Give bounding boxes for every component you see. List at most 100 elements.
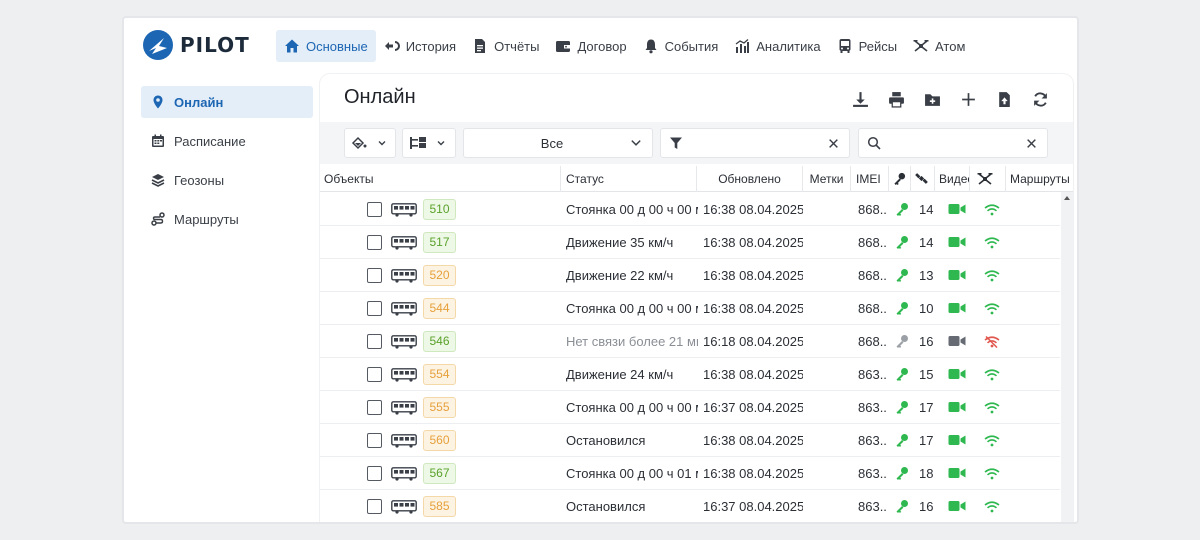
connection-cell bbox=[984, 457, 1004, 490]
file-upload-button[interactable] bbox=[993, 88, 1015, 110]
app-window: PILOT Основные История Отчёты Договор Со… bbox=[122, 16, 1079, 524]
column-header-status[interactable]: Статус bbox=[561, 166, 697, 192]
video-cell[interactable] bbox=[948, 358, 968, 391]
calendar-icon bbox=[152, 134, 164, 147]
status-select-value: Все bbox=[540, 135, 564, 151]
bus-icon bbox=[391, 467, 417, 481]
table-row[interactable]: 567 Стоянка 00 д 00 ч 01 мин 16:38 08.04… bbox=[320, 457, 1060, 490]
nav-item-events[interactable]: События bbox=[635, 30, 727, 62]
ignition-cell bbox=[895, 457, 911, 490]
status-select[interactable]: Все bbox=[463, 128, 653, 158]
column-header-objects[interactable]: Объекты bbox=[320, 166, 561, 192]
vehicle-number-badge: 585 bbox=[423, 496, 456, 517]
signal-icon bbox=[984, 468, 1000, 480]
nav-item-contract[interactable]: Договор bbox=[547, 30, 634, 62]
column-header-satellites[interactable] bbox=[911, 166, 935, 192]
table-row[interactable]: 510 Стоянка 00 д 00 ч 00 мин 16:38 08.04… bbox=[320, 193, 1060, 226]
bus-icon bbox=[391, 500, 417, 514]
row-checkbox[interactable] bbox=[367, 466, 382, 481]
table-row[interactable]: 520 Движение 22 км/ч 16:38 08.04.2025 86… bbox=[320, 259, 1060, 292]
print-button[interactable] bbox=[885, 88, 907, 110]
vertical-scrollbar[interactable] bbox=[1061, 192, 1073, 522]
column-header-imei[interactable]: IMEI bbox=[851, 166, 889, 192]
search-input[interactable] bbox=[858, 128, 1048, 158]
connection-cell bbox=[984, 226, 1004, 259]
nav-item-osnovnye[interactable]: Основные bbox=[276, 30, 376, 62]
nav-item-trips[interactable]: Рейсы bbox=[829, 30, 905, 62]
file-upload-icon bbox=[998, 91, 1010, 107]
key-icon bbox=[896, 335, 908, 348]
download-button[interactable] bbox=[849, 88, 871, 110]
video-cell[interactable] bbox=[948, 457, 968, 490]
refresh-button[interactable] bbox=[1029, 88, 1051, 110]
add-button[interactable] bbox=[957, 88, 979, 110]
logo[interactable]: PILOT bbox=[142, 28, 250, 62]
table-row[interactable]: 560 Остановился 16:38 08.04.2025 863... … bbox=[320, 424, 1060, 457]
column-header-atom[interactable] bbox=[970, 166, 1006, 192]
video-cell[interactable] bbox=[948, 391, 968, 424]
bus-icon bbox=[391, 335, 417, 349]
table-row[interactable]: 554 Движение 24 км/ч 16:38 08.04.2025 86… bbox=[320, 358, 1060, 391]
table-row[interactable]: 555 Стоянка 00 д 00 ч 00 мин 16:37 08.04… bbox=[320, 391, 1060, 424]
imei-cell: 863... bbox=[858, 499, 888, 514]
video-cell[interactable] bbox=[948, 292, 968, 325]
nav-item-history[interactable]: История bbox=[376, 30, 464, 62]
column-header-ignition[interactable] bbox=[889, 166, 911, 192]
table-row[interactable]: 517 Движение 35 км/ч 16:38 08.04.2025 86… bbox=[320, 226, 1060, 259]
nav-item-reports[interactable]: Отчёты bbox=[464, 30, 547, 62]
row-checkbox[interactable] bbox=[367, 202, 382, 217]
filter-input[interactable] bbox=[660, 128, 850, 158]
clear-search-icon[interactable] bbox=[1026, 138, 1037, 149]
row-checkbox[interactable] bbox=[367, 433, 382, 448]
connection-cell bbox=[984, 490, 1004, 522]
row-checkbox[interactable] bbox=[367, 499, 382, 514]
sidebar-item-routes[interactable]: Маршруты bbox=[141, 203, 313, 235]
video-cell[interactable] bbox=[948, 490, 968, 522]
video-cell[interactable] bbox=[948, 226, 968, 259]
chevron-down-icon bbox=[437, 141, 445, 146]
satellites-cell: 18 bbox=[919, 466, 934, 481]
logo-text: PILOT bbox=[180, 33, 250, 57]
sidebar-item-schedule[interactable]: Расписание bbox=[141, 125, 313, 157]
imei-cell: 868... bbox=[858, 235, 888, 250]
column-header-video[interactable]: Видео bbox=[935, 166, 970, 192]
vehicle-number-badge: 554 bbox=[423, 364, 456, 385]
sidebar-item-online[interactable]: Онлайн bbox=[141, 86, 313, 118]
row-checkbox[interactable] bbox=[367, 334, 382, 349]
fill-color-dropdown[interactable] bbox=[344, 128, 396, 158]
refresh-icon bbox=[1033, 91, 1047, 107]
video-camera-icon bbox=[948, 270, 966, 280]
column-header-routes[interactable]: Маршруты bbox=[1006, 166, 1073, 192]
nav-label: Атом bbox=[935, 38, 966, 54]
row-checkbox[interactable] bbox=[367, 301, 382, 316]
nav-label: Рейсы bbox=[858, 38, 898, 54]
clear-filter-icon[interactable] bbox=[828, 138, 839, 149]
nav-item-atom[interactable]: Атом bbox=[905, 30, 973, 62]
status-cell: Стоянка 00 д 00 ч 00 мин bbox=[566, 400, 698, 415]
table-row[interactable]: 546 Нет связи более 21 мин 16:18 08.04.2… bbox=[320, 325, 1060, 358]
video-cell[interactable] bbox=[948, 424, 968, 457]
folder-add-button[interactable] bbox=[921, 88, 943, 110]
scroll-up-arrow-icon[interactable] bbox=[1064, 196, 1070, 200]
connection-cell bbox=[984, 358, 1004, 391]
table-row[interactable]: 544 Стоянка 00 д 00 ч 00 мин 16:38 08.04… bbox=[320, 292, 1060, 325]
video-camera-icon bbox=[948, 204, 966, 214]
video-cell[interactable] bbox=[948, 193, 968, 226]
ignition-cell bbox=[895, 358, 911, 391]
row-checkbox[interactable] bbox=[367, 400, 382, 415]
wallet-icon bbox=[556, 41, 571, 52]
video-cell[interactable] bbox=[948, 325, 968, 358]
column-header-tags[interactable]: Метки bbox=[803, 166, 851, 192]
video-cell[interactable] bbox=[948, 259, 968, 292]
sidebar-item-geozones[interactable]: Геозоны bbox=[141, 164, 313, 196]
row-checkbox[interactable] bbox=[367, 268, 382, 283]
table-row[interactable]: 585 Остановился 16:37 08.04.2025 863... … bbox=[320, 490, 1060, 522]
row-checkbox[interactable] bbox=[367, 367, 382, 382]
grouping-dropdown[interactable] bbox=[402, 128, 456, 158]
bus-icon bbox=[391, 368, 417, 382]
nav-item-analytics[interactable]: Аналитика bbox=[726, 30, 828, 62]
signal-icon bbox=[984, 237, 1000, 249]
video-camera-icon bbox=[948, 336, 966, 346]
row-checkbox[interactable] bbox=[367, 235, 382, 250]
column-header-updated[interactable]: Обновлено bbox=[697, 166, 803, 192]
